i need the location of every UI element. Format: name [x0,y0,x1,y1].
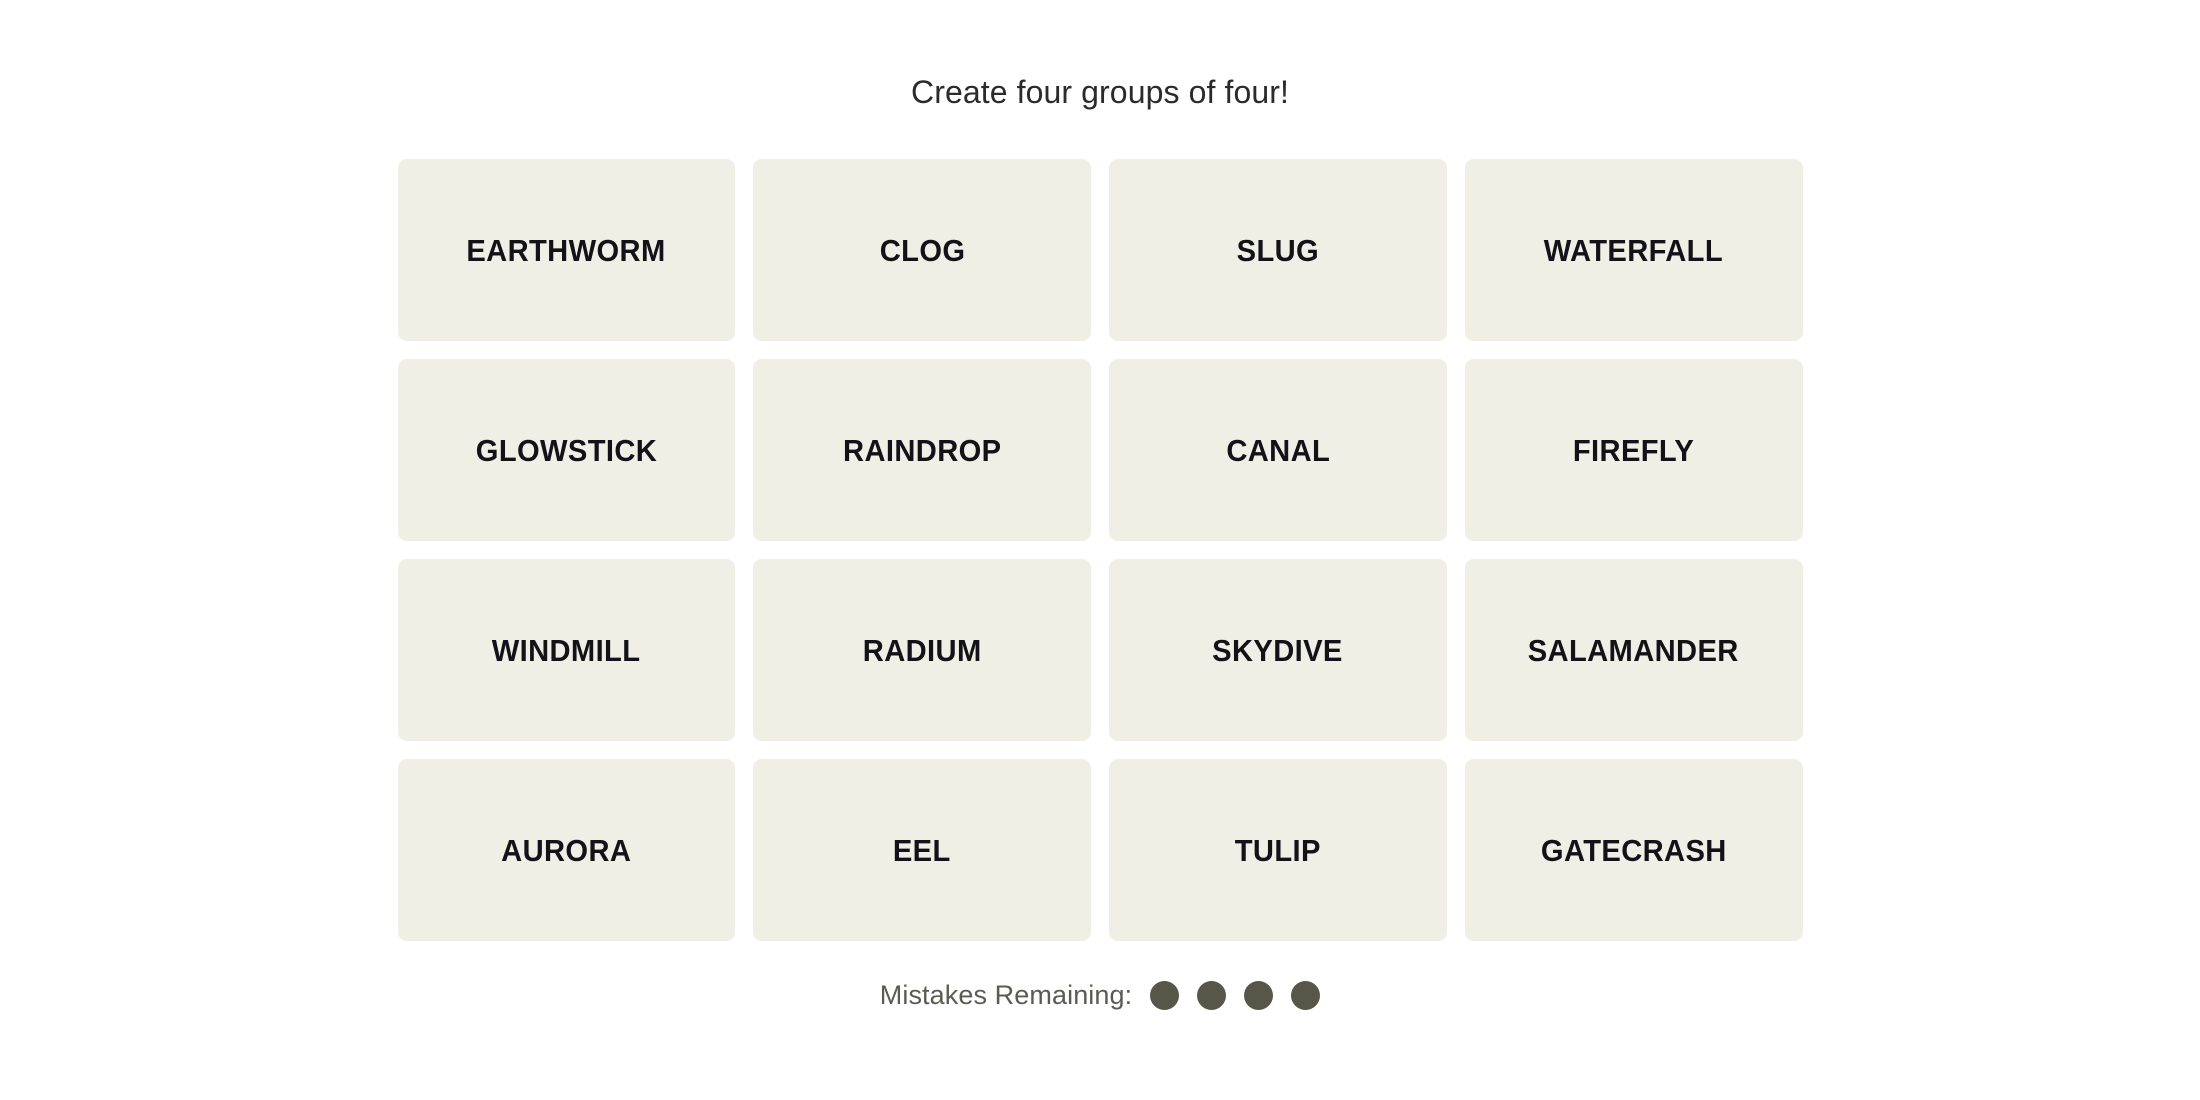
page-title: Create four groups of four! [910,74,1289,110]
word-tile[interactable]: RADIUM [753,559,1091,741]
word-tile[interactable]: CANAL [1109,359,1447,541]
word-tile-label: AURORA [501,832,632,868]
word-tile[interactable]: GLOWSTICK [397,359,736,541]
word-tile[interactable]: FIREFLY [1464,359,1803,541]
mistake-dot [1150,981,1180,1010]
word-tile-label: RADIUM [862,632,982,668]
word-tile-label: CLOG [879,232,965,268]
word-tile-label: WINDMILL [492,632,641,668]
mistakes-remaining-label: Mistakes Remaining: [879,980,1133,1010]
word-tile[interactable]: SLUG [1109,159,1447,341]
mistake-dot [1291,981,1321,1010]
word-tile[interactable]: SKYDIVE [1109,559,1447,741]
word-tile[interactable]: AURORA [397,759,736,941]
word-tile-label: TULIP [1234,832,1321,868]
word-tile[interactable]: CLOG [753,159,1091,341]
mistake-dot [1197,981,1227,1010]
word-tile-label: WATERFALL [1543,232,1724,268]
word-tile[interactable]: EEL [753,759,1091,941]
mistake-dot [1244,981,1274,1010]
connections-game: Create four groups of four! EARTHWORM CL… [0,0,2200,1100]
word-tile-label: RAINDROP [842,432,1002,468]
word-grid: EARTHWORM CLOG SLUG WATERFALL GLOWSTICK … [397,159,1803,941]
word-tile[interactable]: WINDMILL [397,559,736,741]
word-tile[interactable]: EARTHWORM [397,159,736,341]
word-tile-label: GLOWSTICK [475,432,658,468]
word-tile-label: GATECRASH [1540,832,1727,868]
word-tile[interactable]: SALAMANDER [1464,559,1803,741]
word-tile-label: CANAL [1225,432,1330,468]
word-tile[interactable]: GATECRASH [1464,759,1803,941]
word-tile[interactable]: WATERFALL [1464,159,1803,341]
word-tile[interactable]: TULIP [1109,759,1447,941]
word-tile-label: EARTHWORM [466,232,667,268]
word-tile-label: SLUG [1236,232,1320,268]
mistakes-dots [1150,981,1321,1010]
word-tile[interactable]: RAINDROP [753,359,1091,541]
word-tile-label: SKYDIVE [1212,632,1344,668]
word-tile-label: SALAMANDER [1528,632,1740,668]
mistakes-remaining-bar: Mistakes Remaining: [880,981,1321,1010]
word-tile-label: EEL [893,832,952,868]
word-tile-label: FIREFLY [1572,432,1695,468]
